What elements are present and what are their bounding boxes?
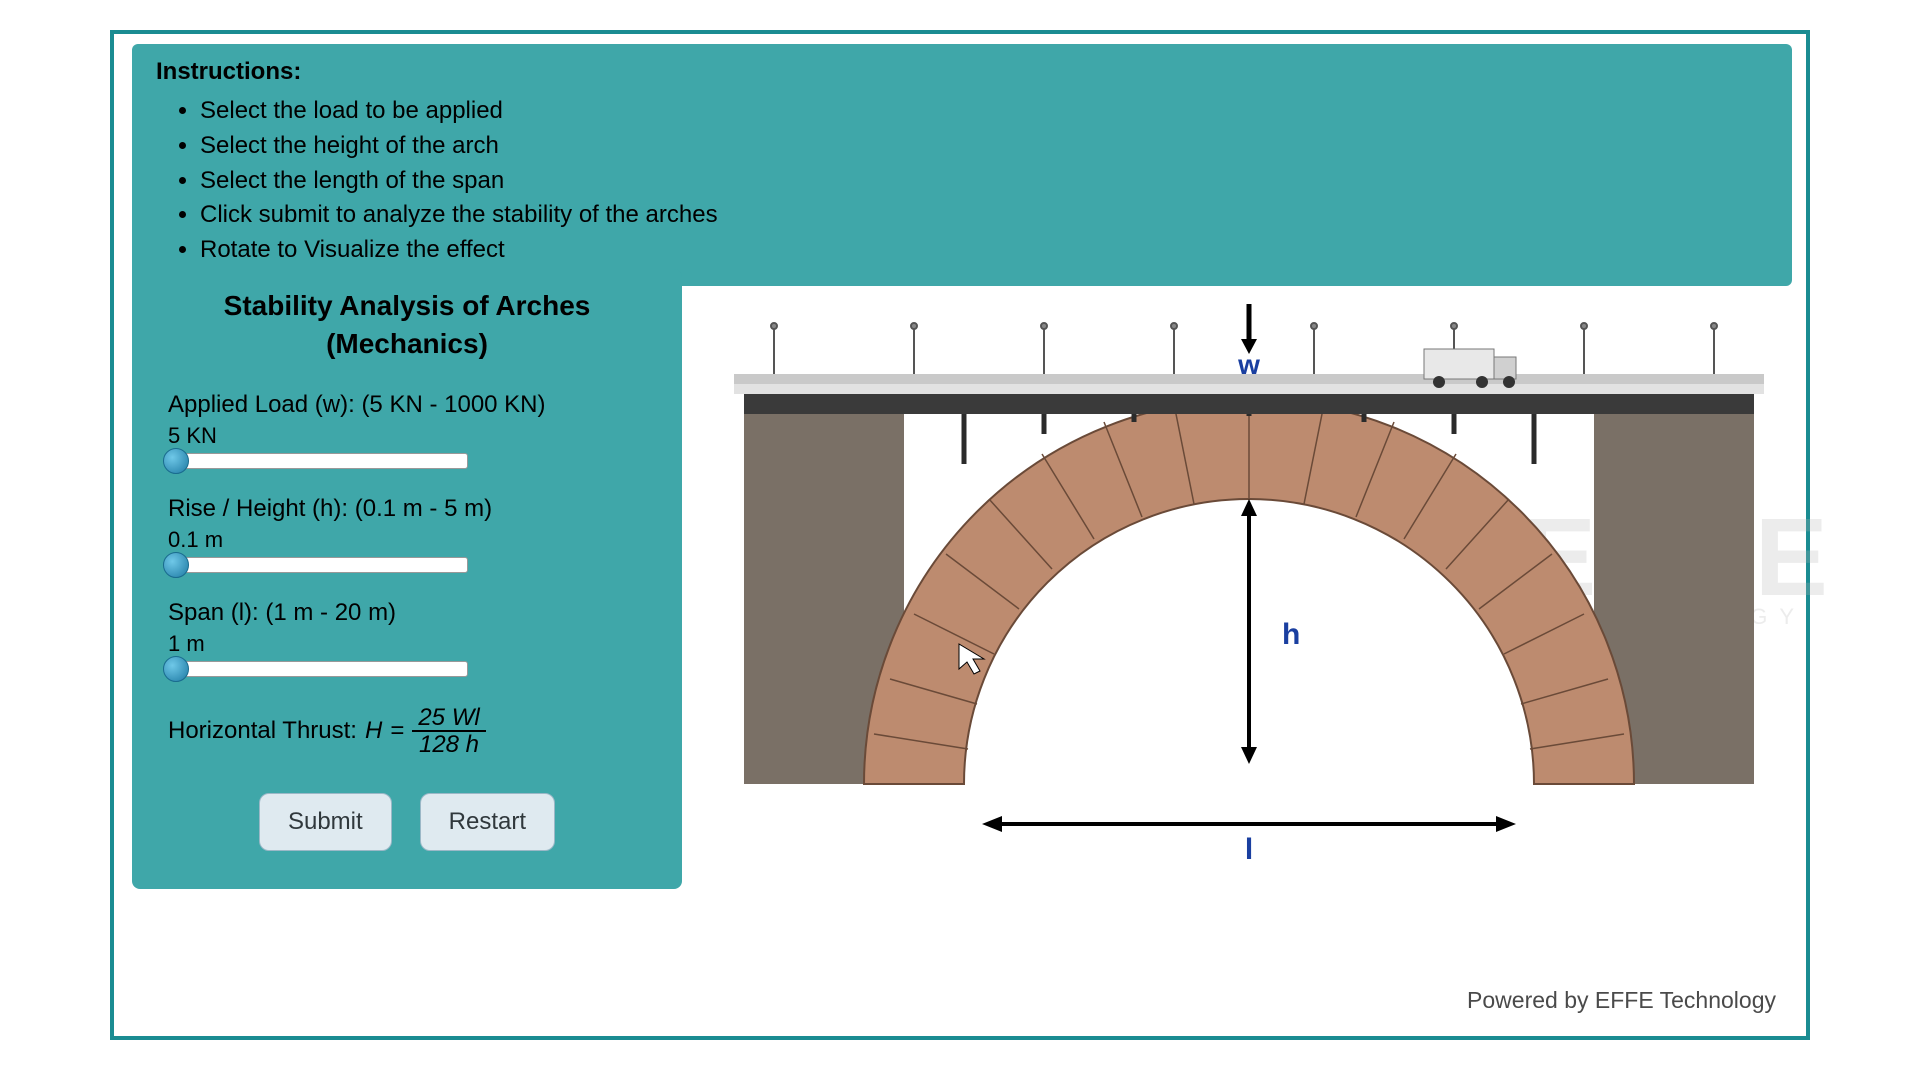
footer-text: Powered by EFFE Technology (1467, 987, 1776, 1014)
span-dim-label: l (1245, 833, 1253, 866)
button-row: Submit Restart (168, 793, 646, 851)
height-label: h (1282, 618, 1300, 651)
load-arrow: w (1237, 304, 1260, 380)
instructions-list: Select the load to be applied Select the… (200, 94, 1768, 268)
instruction-item: Select the load to be applied (200, 94, 1768, 129)
applied-load-label: Applied Load (w): (5 KN - 1000 KN) (168, 391, 646, 419)
formula-equals: = (390, 717, 404, 745)
applied-load-group: Applied Load (w): (5 KN - 1000 KN) 5 KN (168, 391, 646, 469)
span-thumb[interactable] (163, 656, 189, 682)
page-frame: Instructions: Select the load to be appl… (110, 30, 1810, 1040)
panel-title-line1: Stability Analysis of Arches (224, 290, 591, 321)
instructions-title: Instructions: (156, 58, 1768, 86)
control-panel: Stability Analysis of Arches (Mechanics)… (132, 269, 682, 889)
formula-fraction: 25 Wl 128 h (412, 705, 485, 757)
rise-height-slider[interactable] (168, 557, 468, 573)
height-dimension: h (1241, 499, 1300, 764)
span-value: 1 m (168, 631, 646, 657)
formula-numerator: 25 Wl (412, 705, 485, 732)
formula-row: Horizontal Thrust: H = 25 Wl 128 h (168, 705, 646, 757)
applied-load-thumb[interactable] (163, 448, 189, 474)
panel-title-line2: (Mechanics) (326, 328, 488, 359)
applied-load-slider[interactable] (168, 453, 468, 469)
span-label: Span (l): (1 m - 20 m) (168, 599, 646, 627)
formula-prefix: Horizontal Thrust: (168, 717, 357, 745)
rise-height-thumb[interactable] (163, 552, 189, 578)
instruction-item: Click submit to analyze the stability of… (200, 198, 1768, 233)
applied-load-value: 5 KN (168, 423, 646, 449)
span-dimension: l (982, 816, 1516, 866)
panel-title: Stability Analysis of Arches (Mechanics) (168, 287, 646, 363)
instruction-item: Rotate to Visualize the effect (200, 233, 1768, 268)
submit-button[interactable]: Submit (259, 793, 392, 851)
load-label: w (1237, 349, 1260, 380)
restart-button[interactable]: Restart (420, 793, 555, 851)
deck-road (734, 384, 1764, 394)
arch-diagram[interactable]: w h l (734, 304, 1764, 904)
rise-height-label: Rise / Height (h): (0.1 m - 5 m) (168, 495, 646, 523)
instruction-item: Select the height of the arch (200, 129, 1768, 164)
span-slider[interactable] (168, 661, 468, 677)
formula-symbol: H (365, 717, 382, 745)
rise-height-group: Rise / Height (h): (0.1 m - 5 m) 0.1 m (168, 495, 646, 573)
deck-beam (744, 394, 1754, 414)
instruction-item: Select the length of the span (200, 164, 1768, 199)
arch-svg: w h l (734, 304, 1764, 904)
span-group: Span (l): (1 m - 20 m) 1 m (168, 599, 646, 677)
formula-denominator: 128 h (413, 732, 485, 757)
instructions-box: Instructions: Select the load to be appl… (132, 44, 1792, 286)
rise-height-value: 0.1 m (168, 527, 646, 553)
